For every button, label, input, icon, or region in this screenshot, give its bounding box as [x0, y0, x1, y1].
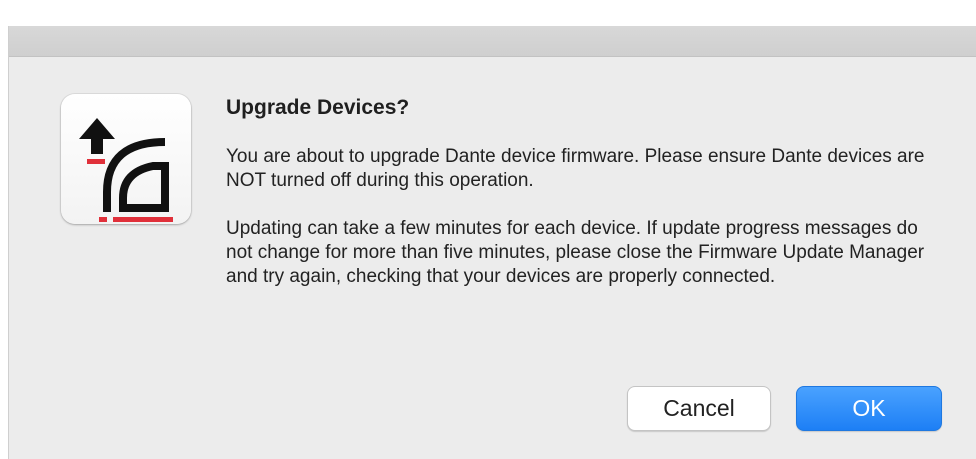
message-paragraph-2: Updating can take a few minutes for each… — [226, 218, 925, 287]
dialog-title: Upgrade Devices? — [226, 96, 410, 119]
firmware-update-icon — [61, 94, 191, 224]
ok-button[interactable]: OK — [796, 386, 942, 431]
dialog-message: You are about to upgrade Dante device fi… — [226, 145, 946, 289]
cancel-button[interactable]: Cancel — [627, 386, 771, 431]
screen: Upgrade Devices? You are about to upgrad… — [0, 0, 976, 459]
message-paragraph-1: You are about to upgrade Dante device fi… — [226, 146, 925, 191]
dialog-titlebar[interactable] — [9, 26, 976, 57]
upgrade-devices-dialog: Upgrade Devices? You are about to upgrad… — [8, 26, 976, 459]
